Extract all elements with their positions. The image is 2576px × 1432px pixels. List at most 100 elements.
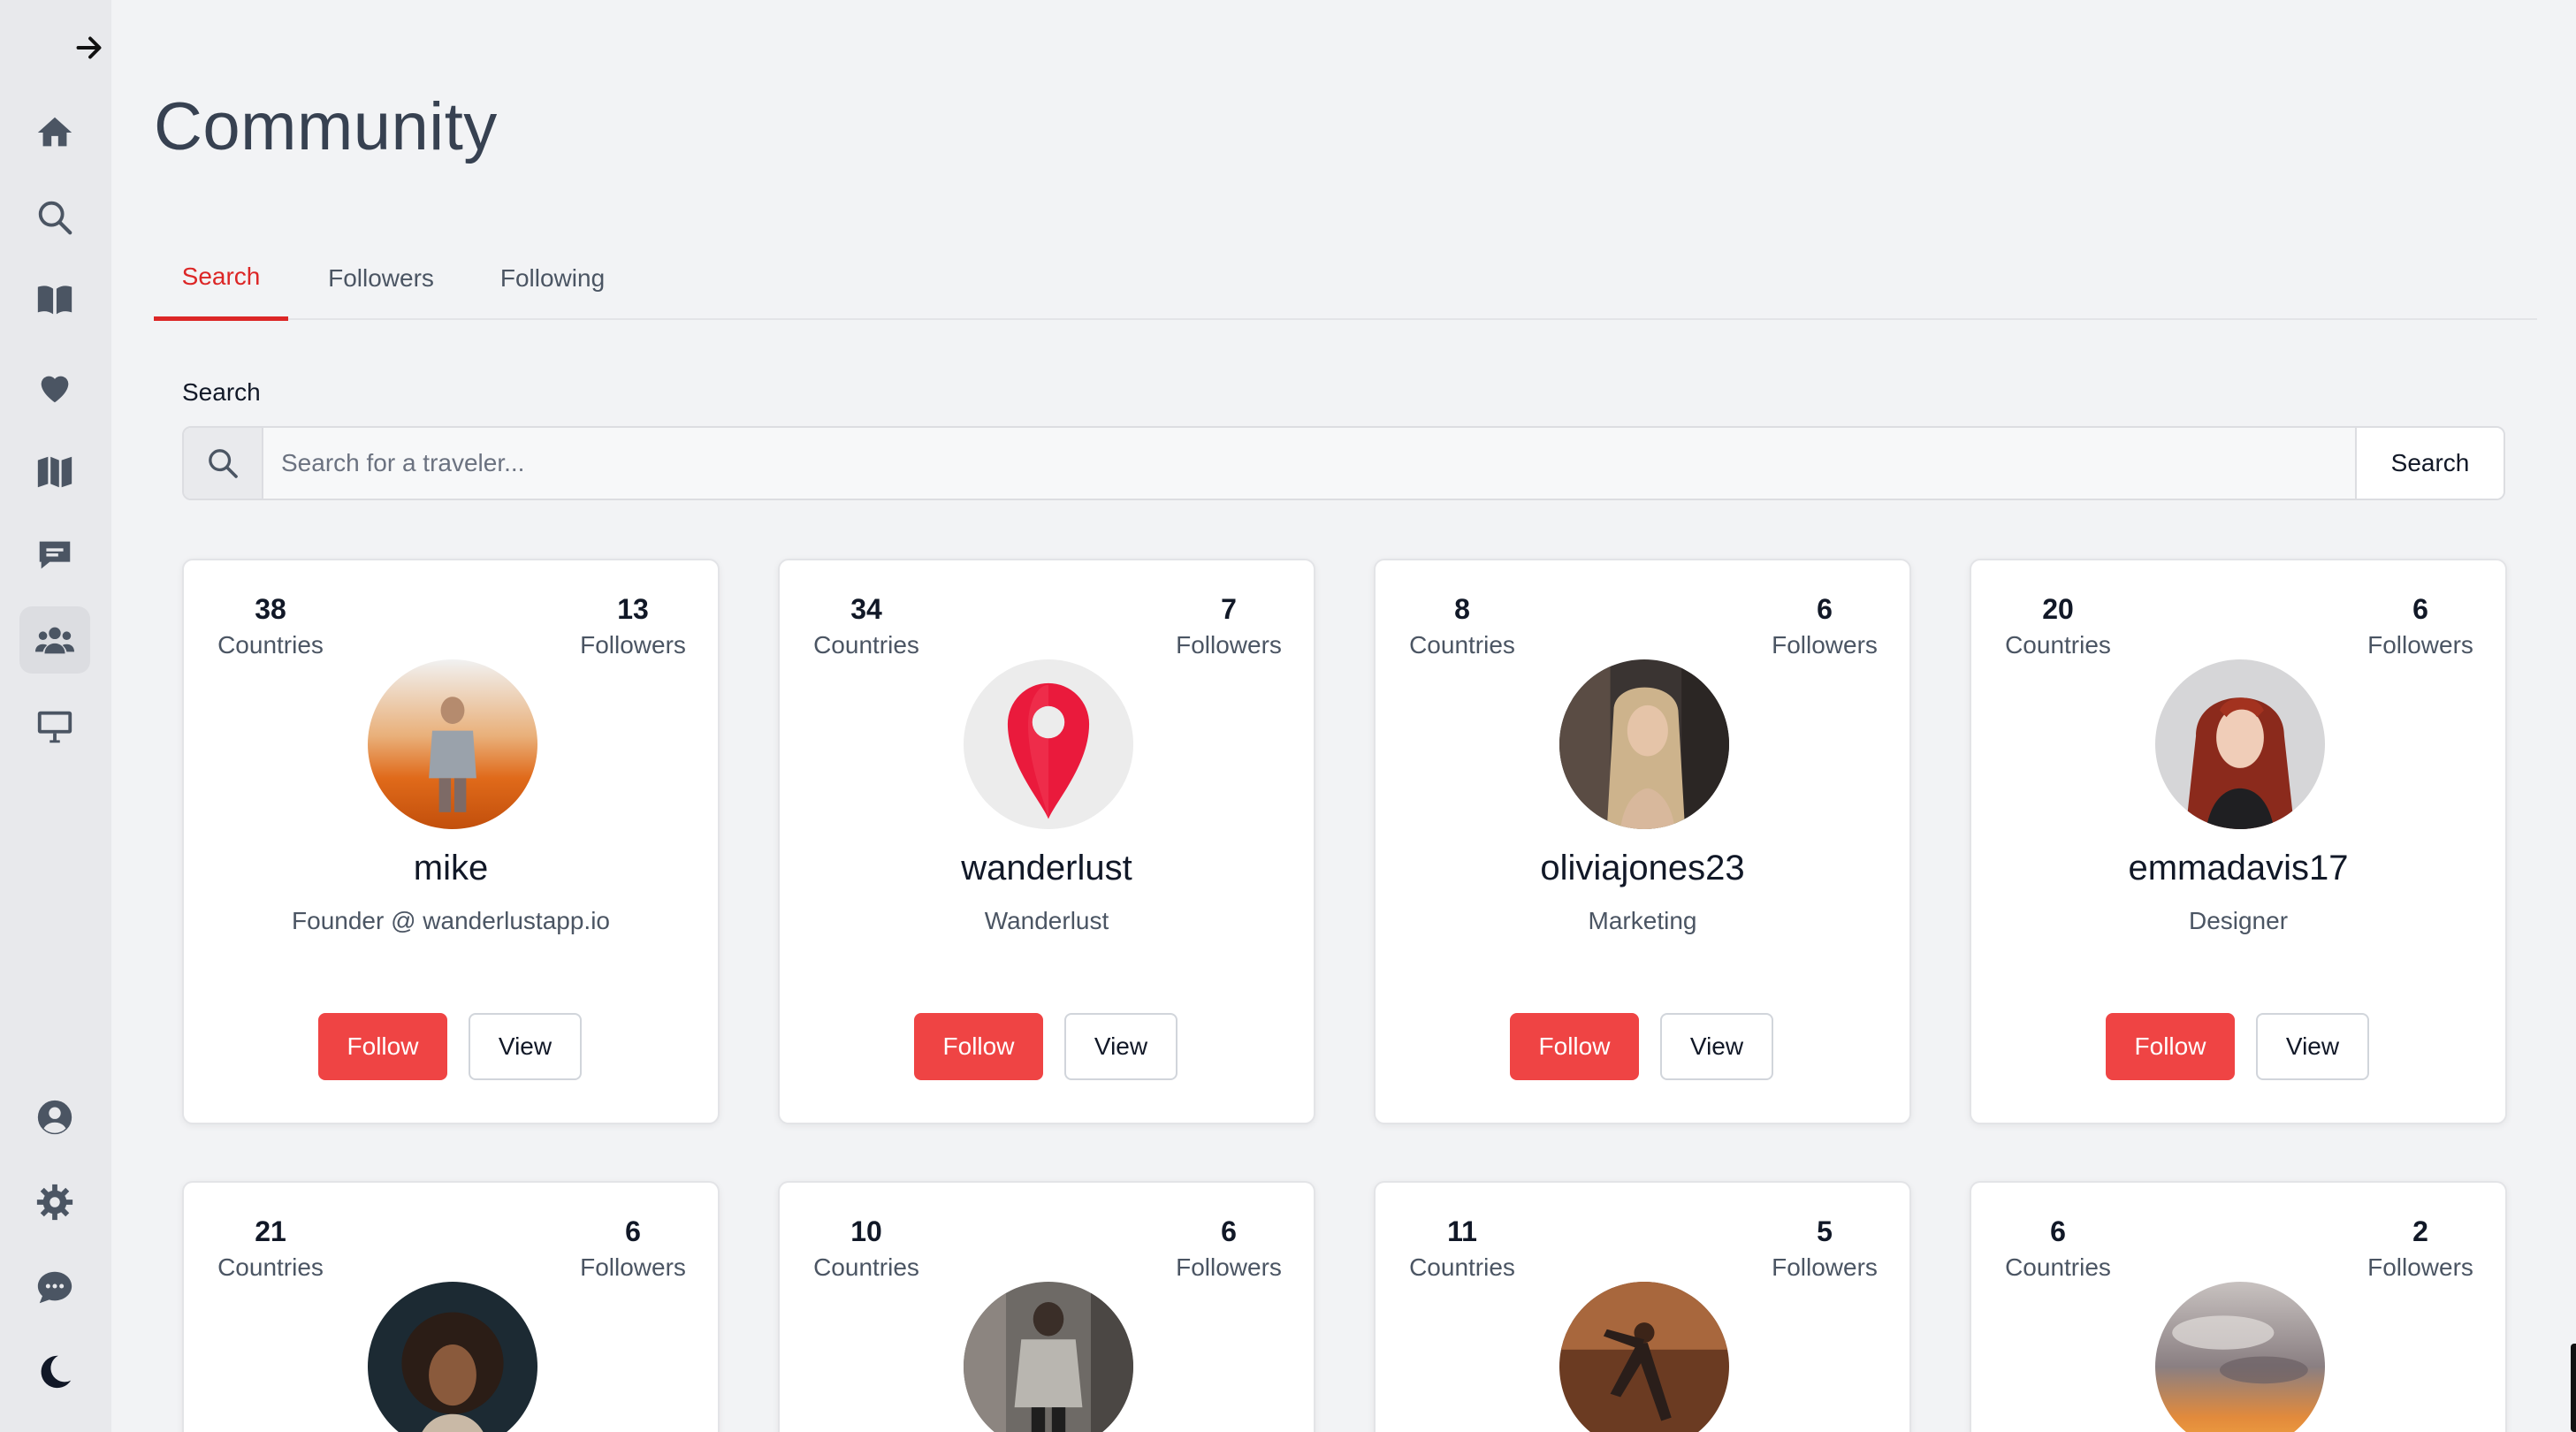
view-button[interactable]: View [1660, 1013, 1773, 1080]
sidebar-item-chat[interactable] [19, 1253, 90, 1321]
countries-label: Countries [813, 631, 919, 659]
follow-button[interactable]: Follow [1510, 1013, 1639, 1080]
countries-count: 21 [255, 1215, 286, 1247]
sidebar-item-community[interactable] [19, 606, 90, 674]
followers-stat: 6 Followers [1158, 1215, 1299, 1282]
view-button[interactable]: View [469, 1013, 582, 1080]
gear-icon [36, 1184, 73, 1221]
avatar [964, 1282, 1133, 1432]
search-bar: Search [182, 426, 2505, 500]
countries-count: 11 [1447, 1215, 1477, 1247]
followers-count: 6 [2412, 593, 2428, 625]
tab-following[interactable]: Following [477, 237, 628, 320]
home-icon [37, 117, 72, 147]
search-input[interactable] [263, 428, 2355, 499]
sidebar-item-map[interactable] [19, 438, 90, 506]
followers-count: 6 [1221, 1215, 1237, 1247]
countries-stat: 21 Countries [200, 1215, 341, 1282]
sidebar-item-theme[interactable] [19, 1338, 90, 1405]
countries-label: Countries [217, 631, 324, 659]
followers-count: 7 [1221, 593, 1237, 625]
sidebar [0, 0, 111, 1432]
followers-stat: 13 Followers [562, 592, 704, 659]
countries-label: Countries [1409, 631, 1515, 659]
countries-count: 34 [850, 593, 882, 625]
user-card: 34 Countries 7 Followers wanderlust Wander… [778, 559, 1315, 1124]
expand-sidebar-button[interactable] [69, 27, 111, 69]
sidebar-item-settings[interactable] [19, 1169, 90, 1236]
countries-stat: 8 Countries [1391, 592, 1533, 659]
sidebar-item-home[interactable] [19, 99, 90, 166]
countries-label: Countries [1409, 1253, 1515, 1282]
sidebar-item-book[interactable] [19, 267, 90, 334]
search-button[interactable]: Search [2355, 428, 2504, 499]
user-card: 10 Countries 6 Followers [778, 1181, 1315, 1432]
countries-count: 6 [2050, 1215, 2066, 1247]
countries-stat: 6 Countries [1987, 1215, 2129, 1282]
followers-stat: 6 Followers [1754, 592, 1895, 659]
heart-icon [41, 376, 69, 403]
followers-label: Followers [580, 631, 686, 659]
followers-stat: 6 Followers [562, 1215, 704, 1282]
sidebar-item-profile[interactable] [19, 1084, 90, 1151]
user-bio: Designer [2188, 907, 2289, 934]
username: mike [413, 849, 489, 887]
page-title: Community [154, 89, 498, 164]
scrollbar-edge[interactable] [2571, 1344, 2576, 1432]
countries-stat: 20 Countries [1987, 592, 2129, 659]
countries-count: 38 [255, 593, 286, 625]
followers-stat: 5 Followers [1754, 1215, 1895, 1282]
countries-stat: 10 Countries [796, 1215, 937, 1282]
avatar [2155, 1282, 2325, 1432]
sidebar-item-desktop[interactable] [19, 693, 90, 760]
follow-button[interactable]: Follow [2106, 1013, 2235, 1080]
followers-label: Followers [2367, 631, 2473, 659]
monitor-icon [37, 711, 72, 743]
user-card: 11 Countries 5 Followers [1374, 1181, 1911, 1432]
user-card: 21 Countries 6 Followers [182, 1181, 720, 1432]
user-card: 6 Countries 2 Followers [1970, 1181, 2507, 1432]
sidebar-item-search[interactable] [19, 184, 90, 251]
user-card: 20 Countries 6 Followers emmadavis17 Desig… [1970, 559, 2507, 1124]
avatar [2155, 659, 2325, 829]
user-bio: Wanderlust [984, 907, 1109, 934]
countries-stat: 34 Countries [796, 592, 937, 659]
followers-count: 6 [625, 1215, 641, 1247]
user-circle-icon [37, 1100, 72, 1135]
followers-label: Followers [2367, 1253, 2473, 1282]
avatar [1559, 659, 1729, 829]
countries-count: 20 [2042, 593, 2074, 625]
users-icon [34, 627, 75, 654]
user-card: 38 Countries 13 Followers mike Founder @ w… [182, 559, 720, 1124]
message-icon [39, 541, 71, 569]
tab-search[interactable]: Search [154, 237, 288, 321]
sidebar-item-messages[interactable] [19, 522, 90, 589]
countries-count: 8 [1454, 593, 1470, 625]
countries-label: Countries [813, 1253, 919, 1282]
followers-label: Followers [1176, 631, 1282, 659]
follow-button[interactable]: Follow [914, 1013, 1043, 1080]
view-button[interactable]: View [2256, 1013, 2369, 1080]
countries-label: Countries [217, 1253, 324, 1282]
followers-stat: 7 Followers [1158, 592, 1299, 659]
tab-followers[interactable]: Followers [308, 237, 454, 320]
user-bio: Marketing [1588, 907, 1697, 934]
username: wanderlust [961, 849, 1132, 887]
search-icon-box [184, 428, 263, 499]
search-icon [38, 201, 72, 235]
followers-stat: 6 Followers [2350, 592, 2491, 659]
followers-count: 6 [1817, 593, 1833, 625]
user-bio: Founder @ wanderlustapp.io [292, 907, 610, 934]
sidebar-item-favorites[interactable] [19, 354, 90, 421]
chat-bubble-icon [37, 1271, 72, 1304]
followers-label: Followers [1772, 1253, 1878, 1282]
book-open-icon [37, 286, 72, 315]
avatar [368, 659, 537, 829]
username: emmadavis17 [2128, 849, 2349, 887]
view-button[interactable]: View [1064, 1013, 1177, 1080]
user-card: 8 Countries 6 Followers oliviajones23 Mark… [1374, 559, 1911, 1124]
map-icon [37, 456, 72, 488]
countries-count: 10 [850, 1215, 882, 1247]
avatar [1559, 1282, 1729, 1432]
follow-button[interactable]: Follow [318, 1013, 447, 1080]
